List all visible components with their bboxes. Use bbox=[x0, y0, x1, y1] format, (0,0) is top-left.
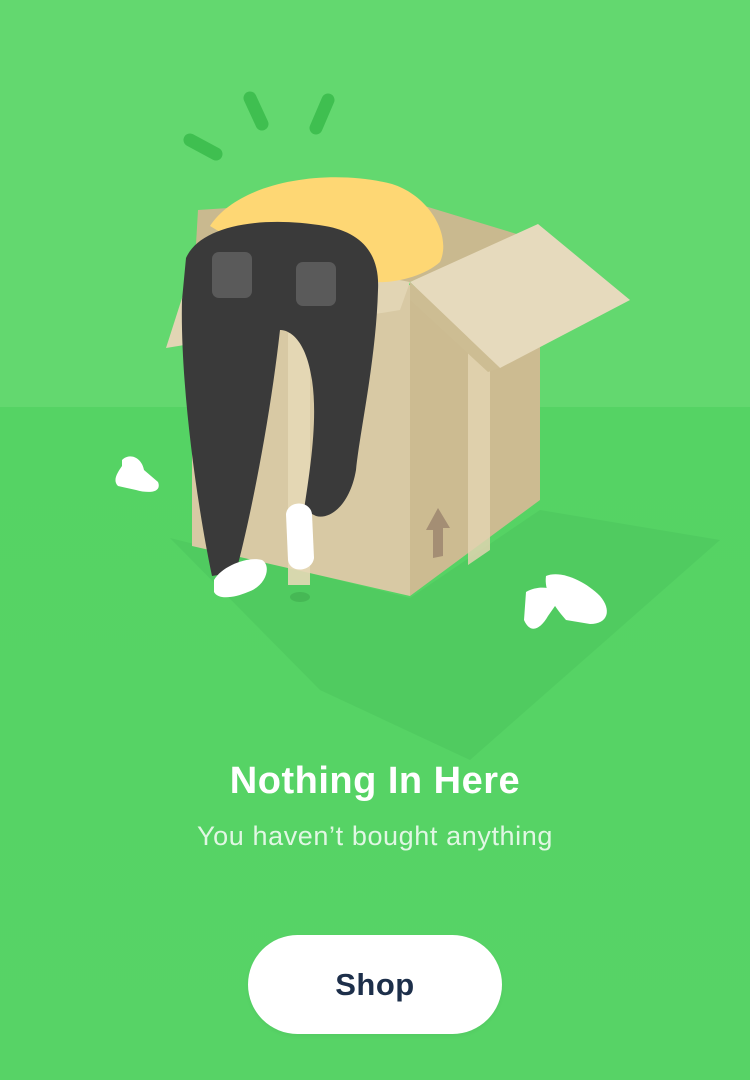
shop-button[interactable]: Shop bbox=[248, 935, 502, 1034]
empty-state-title: Nothing In Here bbox=[229, 760, 521, 802]
empty-orders-screen: Nothing In Here You haven’t bought anyth… bbox=[0, 0, 750, 1080]
excitement-lines-icon bbox=[183, 91, 335, 161]
empty-state-subtitle: You haven’t bought anything bbox=[197, 821, 553, 851]
empty-state-illustration bbox=[115, 91, 720, 760]
packing-paper-left-icon bbox=[115, 456, 159, 492]
